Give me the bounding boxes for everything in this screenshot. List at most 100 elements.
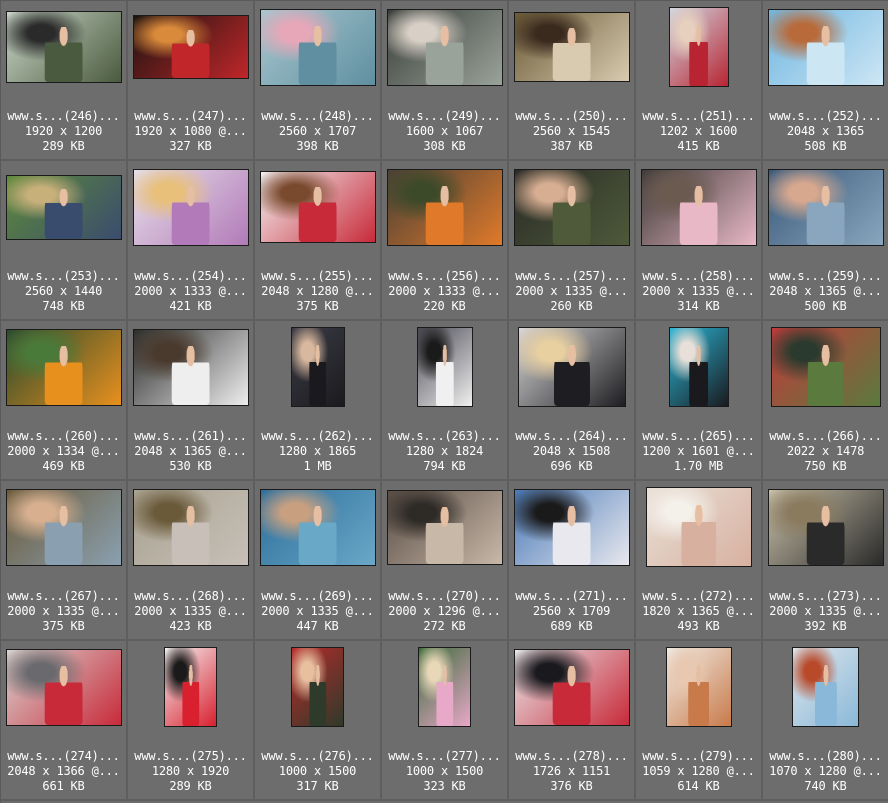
photo-thumbnail[interactable] bbox=[5, 11, 122, 83]
photo-subject bbox=[688, 345, 709, 406]
photo-thumbnail[interactable] bbox=[259, 8, 376, 86]
thumbnail-tile[interactable]: www.s...(250)... 2560 x 1545 387 KB bbox=[509, 1, 636, 161]
photo-thumbnail[interactable] bbox=[386, 489, 503, 565]
thumbnail-tile[interactable]: www.s...(261)... 2048 x 1365 @... 530 KB bbox=[128, 321, 255, 481]
thumbnail-tile[interactable]: www.s...(270)... 2000 x 1296 @... 272 KB bbox=[382, 481, 509, 641]
photo-thumbnail[interactable] bbox=[290, 327, 345, 407]
photo-thumbnail[interactable] bbox=[513, 488, 630, 566]
photo-thumbnail[interactable] bbox=[259, 488, 376, 566]
file-info: www.s...(256)... 2000 x 1333 @... 220 KB bbox=[382, 269, 507, 314]
photo-thumbnail[interactable] bbox=[386, 168, 503, 246]
photo-thumbnail[interactable] bbox=[416, 327, 473, 407]
thumbnail-tile[interactable]: www.s...(265)... 1200 x 1601 @... 1.70 MB bbox=[636, 321, 763, 481]
thumbnail-tile[interactable]: www.s...(273)... 2000 x 1335 @... 392 KB bbox=[763, 481, 888, 641]
image-dimensions: 2000 x 1333 @... bbox=[134, 284, 247, 298]
file-name: www.s...(247)... bbox=[134, 109, 247, 123]
thumbnail-frame bbox=[3, 163, 124, 251]
image-dimensions: 2000 x 1335 @... bbox=[642, 284, 755, 298]
photo-thumbnail[interactable] bbox=[517, 327, 626, 407]
photo-thumbnail[interactable] bbox=[418, 647, 471, 727]
thumbnail-tile[interactable]: www.s...(248)... 2560 x 1707 398 KB bbox=[255, 1, 382, 161]
thumbnail-tile[interactable]: www.s...(249)... 1600 x 1067 308 KB bbox=[382, 1, 509, 161]
thumbnail-frame bbox=[511, 643, 632, 731]
thumbnail-tile[interactable]: www.s...(246)... 1920 x 1200 289 KB bbox=[1, 1, 128, 161]
thumbnail-tile[interactable]: www.s...(279)... 1059 x 1280 @... 614 KB bbox=[636, 641, 763, 801]
photo-thumbnail[interactable] bbox=[770, 327, 881, 407]
photo-thumbnail[interactable] bbox=[5, 648, 122, 726]
photo-thumbnail[interactable] bbox=[792, 647, 859, 727]
thumbnail-frame bbox=[257, 483, 378, 571]
photo-thumbnail[interactable] bbox=[668, 327, 729, 407]
file-size: 661 KB bbox=[42, 779, 85, 793]
photo-thumbnail[interactable] bbox=[767, 8, 884, 86]
photo-thumbnail[interactable] bbox=[645, 487, 752, 567]
thumbnail-tile[interactable]: www.s...(254)... 2000 x 1333 @... 421 KB bbox=[128, 161, 255, 321]
thumbnail-tile[interactable]: www.s...(276)... 1000 x 1500 317 KB bbox=[255, 641, 382, 801]
photo-thumbnail[interactable] bbox=[5, 174, 122, 240]
thumbnail-frame bbox=[257, 643, 378, 731]
thumbnail-tile[interactable]: www.s...(268)... 2000 x 1335 @... 423 KB bbox=[128, 481, 255, 641]
thumbnail-frame bbox=[130, 163, 251, 251]
photo-thumbnail[interactable] bbox=[291, 647, 344, 727]
thumbnail-tile[interactable]: www.s...(259)... 2048 x 1365 @... 500 KB bbox=[763, 161, 888, 321]
photo-thumbnail[interactable] bbox=[640, 168, 757, 246]
file-size: 327 KB bbox=[169, 139, 212, 153]
image-dimensions: 2048 x 1366 @... bbox=[7, 764, 120, 778]
thumbnail-tile[interactable]: www.s...(277)... 1000 x 1500 323 KB bbox=[382, 641, 509, 801]
thumbnail-frame bbox=[257, 323, 378, 411]
thumbnail-tile[interactable]: www.s...(278)... 1726 x 1151 376 KB bbox=[509, 641, 636, 801]
thumbnail-tile[interactable]: www.s...(264)... 2048 x 1508 696 KB bbox=[509, 321, 636, 481]
thumbnail-tile[interactable]: www.s...(269)... 2000 x 1335 @... 447 KB bbox=[255, 481, 382, 641]
thumbnail-tile[interactable]: www.s...(266)... 2022 x 1478 750 KB bbox=[763, 321, 888, 481]
photo-thumbnail[interactable] bbox=[668, 7, 729, 87]
photo-subject bbox=[552, 666, 591, 725]
photo-thumbnail[interactable] bbox=[164, 647, 217, 727]
image-dimensions: 1280 x 1920 bbox=[151, 764, 230, 778]
thumbnail-tile[interactable]: www.s...(262)... 1280 x 1865 1 MB bbox=[255, 321, 382, 481]
file-info: www.s...(265)... 1200 x 1601 @... 1.70 MB bbox=[636, 429, 761, 474]
file-info: www.s...(278)... 1726 x 1151 376 KB bbox=[509, 749, 634, 794]
thumbnail-tile[interactable]: www.s...(263)... 1280 x 1824 794 KB bbox=[382, 321, 509, 481]
photo-thumbnail[interactable] bbox=[5, 488, 122, 566]
thumbnail-tile[interactable]: www.s...(267)... 2000 x 1335 @... 375 KB bbox=[1, 481, 128, 641]
thumbnail-tile[interactable]: www.s...(272)... 1820 x 1365 @... 493 KB bbox=[636, 481, 763, 641]
thumbnail-tile[interactable]: www.s...(260)... 2000 x 1334 @... 469 KB bbox=[1, 321, 128, 481]
photo-thumbnail[interactable] bbox=[513, 12, 630, 82]
thumbnail-tile[interactable]: www.s...(256)... 2000 x 1333 @... 220 KB bbox=[382, 161, 509, 321]
photo-thumbnail[interactable] bbox=[132, 168, 249, 246]
photo-thumbnail[interactable] bbox=[132, 15, 249, 79]
photo-thumbnail[interactable] bbox=[5, 328, 122, 406]
thumbnail-tile[interactable]: www.s...(247)... 1920 x 1080 @... 327 KB bbox=[128, 1, 255, 161]
thumbnail-frame bbox=[384, 483, 505, 571]
photo-subject bbox=[814, 665, 837, 726]
file-size: 696 KB bbox=[550, 459, 593, 473]
file-info: www.s...(250)... 2560 x 1545 387 KB bbox=[509, 109, 634, 154]
photo-thumbnail[interactable] bbox=[665, 647, 732, 727]
thumbnail-frame bbox=[130, 643, 251, 731]
photo-subject bbox=[425, 506, 464, 564]
photo-thumbnail[interactable] bbox=[513, 168, 630, 246]
photo-thumbnail[interactable] bbox=[767, 488, 884, 566]
file-info: www.s...(266)... 2022 x 1478 750 KB bbox=[763, 429, 888, 474]
thumbnail-tile[interactable]: www.s...(280)... 1070 x 1280 @... 740 KB bbox=[763, 641, 888, 801]
file-size: 415 KB bbox=[677, 139, 720, 153]
photo-thumbnail[interactable] bbox=[767, 168, 884, 246]
thumbnail-tile[interactable]: www.s...(252)... 2048 x 1365 508 KB bbox=[763, 1, 888, 161]
photo-thumbnail[interactable] bbox=[132, 488, 249, 566]
photo-subject bbox=[553, 345, 590, 406]
file-info: www.s...(264)... 2048 x 1508 696 KB bbox=[509, 429, 634, 474]
thumbnail-tile[interactable]: www.s...(271)... 2560 x 1709 689 KB bbox=[509, 481, 636, 641]
thumbnail-tile[interactable]: www.s...(253)... 2560 x 1440 748 KB bbox=[1, 161, 128, 321]
photo-thumbnail[interactable] bbox=[132, 328, 249, 406]
thumbnail-tile[interactable]: www.s...(275)... 1280 x 1920 289 KB bbox=[128, 641, 255, 801]
thumbnail-tile[interactable]: www.s...(258)... 2000 x 1335 @... 314 KB bbox=[636, 161, 763, 321]
photo-thumbnail[interactable] bbox=[259, 171, 376, 243]
photo-thumbnail[interactable] bbox=[513, 648, 630, 726]
file-size: 750 KB bbox=[804, 459, 847, 473]
image-dimensions: 2560 x 1709 bbox=[532, 604, 611, 618]
thumbnail-tile[interactable]: www.s...(257)... 2000 x 1335 @... 260 KB bbox=[509, 161, 636, 321]
photo-thumbnail[interactable] bbox=[386, 8, 503, 86]
thumbnail-tile[interactable]: www.s...(251)... 1202 x 1600 415 KB bbox=[636, 1, 763, 161]
thumbnail-tile[interactable]: www.s...(274)... 2048 x 1366 @... 661 KB bbox=[1, 641, 128, 801]
thumbnail-tile[interactable]: www.s...(255)... 2048 x 1280 @... 375 KB bbox=[255, 161, 382, 321]
